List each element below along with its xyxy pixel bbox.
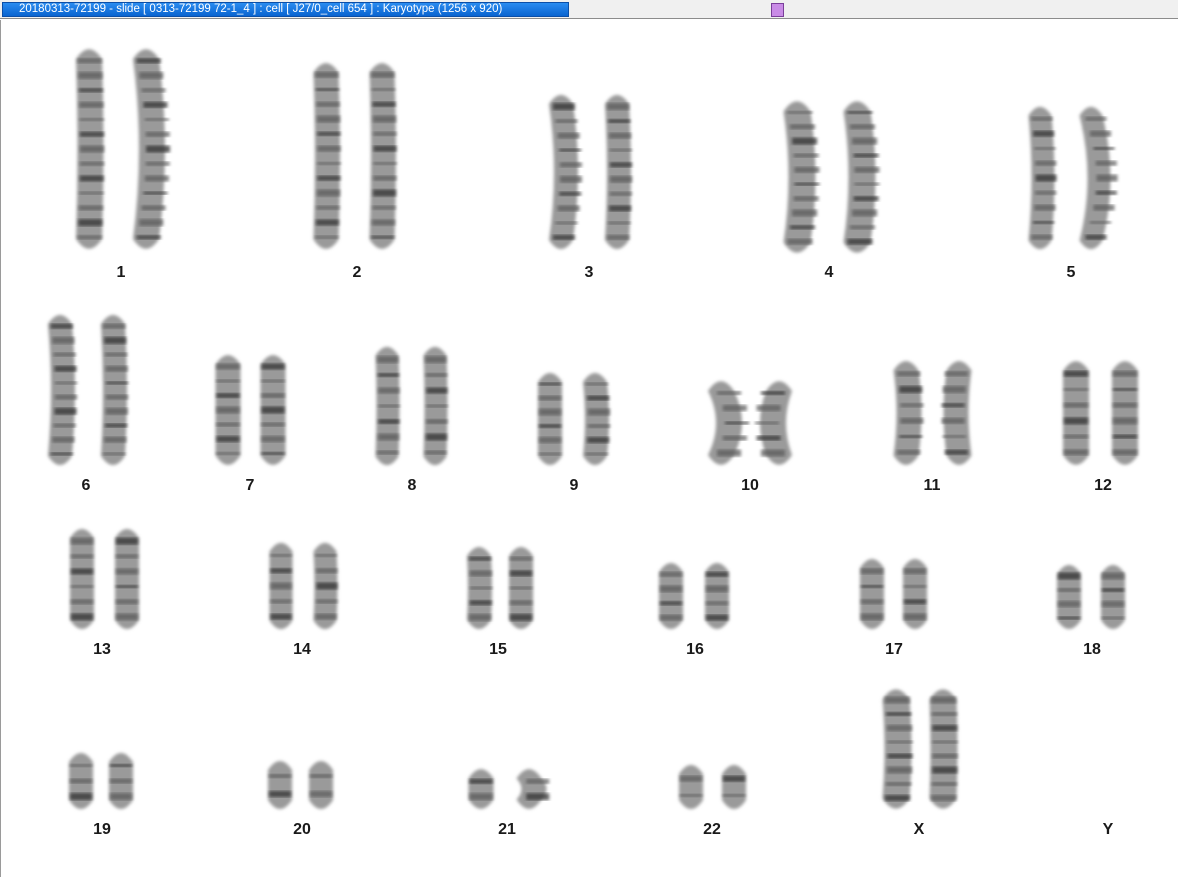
chromosome-9-left — [538, 373, 562, 465]
chromosome-label-3: 3 — [584, 264, 594, 281]
chromosome-14-left — [269, 542, 293, 630]
chromosome-22-right — [722, 765, 746, 809]
chromosome-12-right — [1112, 361, 1138, 465]
chromosome-label-4: 4 — [824, 264, 834, 281]
chromosome-label-7: 7 — [245, 477, 255, 494]
chromosome-22-left — [679, 765, 703, 809]
chromosome-pair-x — [882, 689, 958, 809]
chromosome-pair-2 — [313, 63, 397, 249]
chromosome-pair-17 — [860, 559, 927, 629]
chromosome-11-right — [941, 361, 972, 465]
chromosome-pair-10 — [708, 381, 792, 465]
chromosome-13-right — [115, 529, 139, 629]
chromosome-1-left — [76, 49, 104, 249]
chromosome-14-right — [313, 542, 338, 630]
chromosome-17-right — [903, 559, 927, 629]
title-bar: 20180313-72199 - slide [ 0313-72199 72-1… — [0, 0, 1178, 19]
chromosome-pair-1 — [76, 49, 170, 249]
chromosome-19-right — [109, 753, 133, 809]
chromosome-pair-13 — [70, 529, 139, 629]
chromosome-2-right — [369, 63, 397, 249]
chromosome-16-left — [659, 563, 683, 629]
chromosome-pair-20 — [268, 761, 333, 809]
chromosome-pair-15 — [467, 547, 533, 629]
chromosome-label-17: 17 — [885, 641, 903, 658]
chromosome-pair-4 — [783, 101, 880, 253]
chromosome-pair-21 — [468, 769, 550, 809]
chromosome-label-1: 1 — [116, 264, 126, 281]
chromosome-pair-14 — [269, 542, 338, 630]
chromosome-label-13: 13 — [93, 641, 111, 658]
chromosome-label-21: 21 — [498, 821, 516, 838]
chromosome-label-12: 12 — [1094, 477, 1112, 494]
chromosome-label-16: 16 — [686, 641, 704, 658]
chromosome-pair-7 — [215, 355, 286, 465]
chromosome-label-5: 5 — [1066, 264, 1076, 281]
chromosome-pair-16 — [659, 563, 729, 629]
chromosome-label-11: 11 — [923, 477, 941, 494]
chromosome-17-left — [860, 559, 884, 629]
chromosome-18-left — [1057, 565, 1081, 629]
chromosome-pair-8 — [375, 346, 448, 466]
chromosome-label-18: 18 — [1083, 641, 1101, 658]
chromosome-16-right — [705, 563, 729, 629]
chromosome-19-left — [69, 753, 93, 809]
chromosome-13-left — [70, 529, 94, 629]
chromosome-pair-22 — [679, 765, 746, 809]
chromosome-pair-5 — [1028, 106, 1118, 250]
chromosome-label-14: 14 — [293, 641, 311, 658]
chromosome-18-right — [1101, 565, 1125, 629]
window-title[interactable]: 20180313-72199 - slide [ 0313-72199 72-1… — [2, 2, 569, 17]
chromosome-label-x: X — [913, 821, 925, 838]
chromosome-5-right — [1079, 106, 1118, 250]
chromosome-10-right — [755, 381, 792, 465]
chromosome-10-left — [708, 381, 749, 465]
karyotype-canvas: 1 2 3 4 5 6 7 8 9 10 11 12 13 14 15 16 1… — [0, 20, 1178, 877]
chromosome-21-right — [516, 769, 550, 809]
chromosome-pair-11 — [893, 361, 972, 465]
chromosome-label-19: 19 — [93, 821, 111, 838]
chromosome-20-right — [309, 761, 333, 809]
chromosome-label-8: 8 — [407, 477, 417, 494]
chromosome-3-left — [549, 95, 582, 249]
chromosome-21-left — [468, 769, 494, 809]
chromosome-x-right — [929, 689, 958, 809]
chromosome-7-right — [260, 355, 286, 465]
chromosome-1-right — [133, 49, 170, 249]
chromosome-pair-12 — [1063, 361, 1138, 465]
chromosome-pair-18 — [1057, 565, 1125, 629]
chromosome-20-left — [268, 761, 292, 809]
chromosome-6-left — [48, 315, 77, 465]
chromosome-4-left — [783, 101, 820, 253]
chromosome-label-6: 6 — [81, 477, 91, 494]
chromosome-4-right — [843, 101, 880, 253]
chromosome-label-20: 20 — [293, 821, 311, 838]
chromosome-6-right — [101, 315, 128, 465]
chromosome-pair-9 — [538, 373, 610, 465]
chromosome-pair-6 — [48, 315, 128, 465]
marker-handle[interactable] — [771, 3, 784, 17]
chromosome-label-2: 2 — [352, 264, 362, 281]
chromosome-label-y: Y — [1102, 821, 1114, 838]
chromosome-5-left — [1028, 106, 1057, 250]
chromosome-11-left — [893, 361, 924, 465]
chromosome-label-10: 10 — [741, 477, 759, 494]
chromosome-12-left — [1063, 361, 1089, 465]
chromosome-label-15: 15 — [489, 641, 507, 658]
chromosome-2-left — [313, 63, 341, 249]
chromosome-8-right — [423, 346, 448, 466]
chromosome-15-left — [467, 547, 492, 629]
chromosome-pair-19 — [69, 753, 133, 809]
chromosome-9-right — [583, 373, 610, 465]
chromosome-pair-3 — [549, 95, 632, 249]
chromosome-x-left — [882, 689, 913, 809]
chromosome-8-left — [375, 346, 400, 466]
chromosome-7-left — [215, 355, 241, 465]
chromosome-15-right — [509, 547, 533, 629]
chromosome-label-9: 9 — [569, 477, 579, 494]
chromosome-3-right — [605, 95, 632, 249]
chromosome-label-22: 22 — [703, 821, 721, 838]
karyotype-image — [48, 49, 1138, 809]
